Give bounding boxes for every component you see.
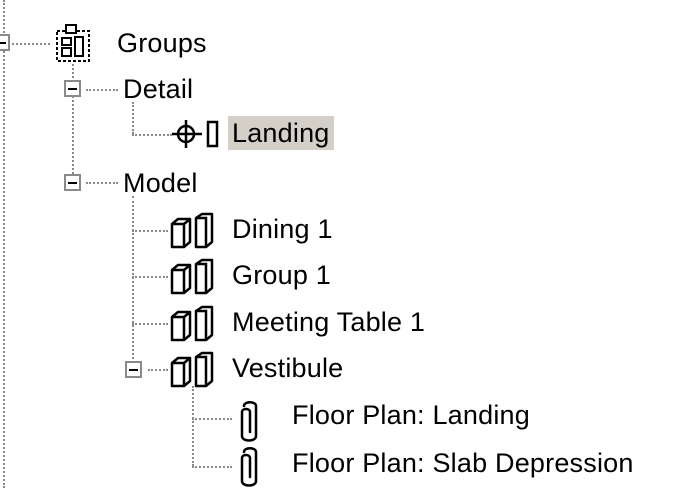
vestibule-collapse-toggle[interactable] xyxy=(125,361,142,378)
tree-node-floor-plan-landing-label[interactable]: Floor Plan: Landing xyxy=(288,398,534,432)
model-group-icon xyxy=(170,212,214,249)
tree-node-dining-1-label[interactable]: Dining 1 xyxy=(228,212,337,246)
tree-node-landing-label[interactable]: Landing xyxy=(228,116,334,150)
tree-node-detail-label[interactable]: Detail xyxy=(119,72,197,106)
tree-node-vestibule-label[interactable]: Vestibule xyxy=(228,351,347,385)
model-group-icon xyxy=(170,351,214,388)
tree-connector xyxy=(3,0,5,488)
tree-connector xyxy=(192,466,232,468)
detail-group-icon xyxy=(172,120,219,148)
tree-connector xyxy=(132,102,134,134)
tree-connector xyxy=(148,369,168,371)
tree-connector xyxy=(12,43,50,45)
model-group-icon xyxy=(170,305,214,342)
tree-node-model-label[interactable]: Model xyxy=(119,166,202,200)
tree-node-group-1-label[interactable]: Group 1 xyxy=(228,258,335,292)
detail-collapse-toggle[interactable] xyxy=(64,80,81,97)
model-group-icon xyxy=(170,258,214,295)
tree-connector xyxy=(86,89,118,91)
groups-icon xyxy=(56,24,90,62)
tree-connector xyxy=(132,196,134,367)
tree-connector xyxy=(86,182,118,184)
paperclip-icon xyxy=(240,447,258,487)
tree-connector xyxy=(132,276,168,278)
model-collapse-toggle[interactable] xyxy=(64,174,81,191)
tree-connector xyxy=(132,230,168,232)
paperclip-icon xyxy=(240,401,258,442)
tree-connector xyxy=(132,134,172,136)
tree-connector xyxy=(132,323,168,325)
tree-node-groups-label[interactable]: Groups xyxy=(113,26,211,60)
tree-node-floor-plan-slab-depression-label[interactable]: Floor Plan: Slab Depression xyxy=(288,446,638,480)
group-tree: Groups Detail Landing Model Dining 1 Gro… xyxy=(0,0,686,488)
groups-collapse-toggle[interactable] xyxy=(0,34,10,51)
tree-connector xyxy=(192,386,194,466)
tree-connector xyxy=(192,418,232,420)
tree-node-meeting-table-1-label[interactable]: Meeting Table 1 xyxy=(228,305,429,339)
